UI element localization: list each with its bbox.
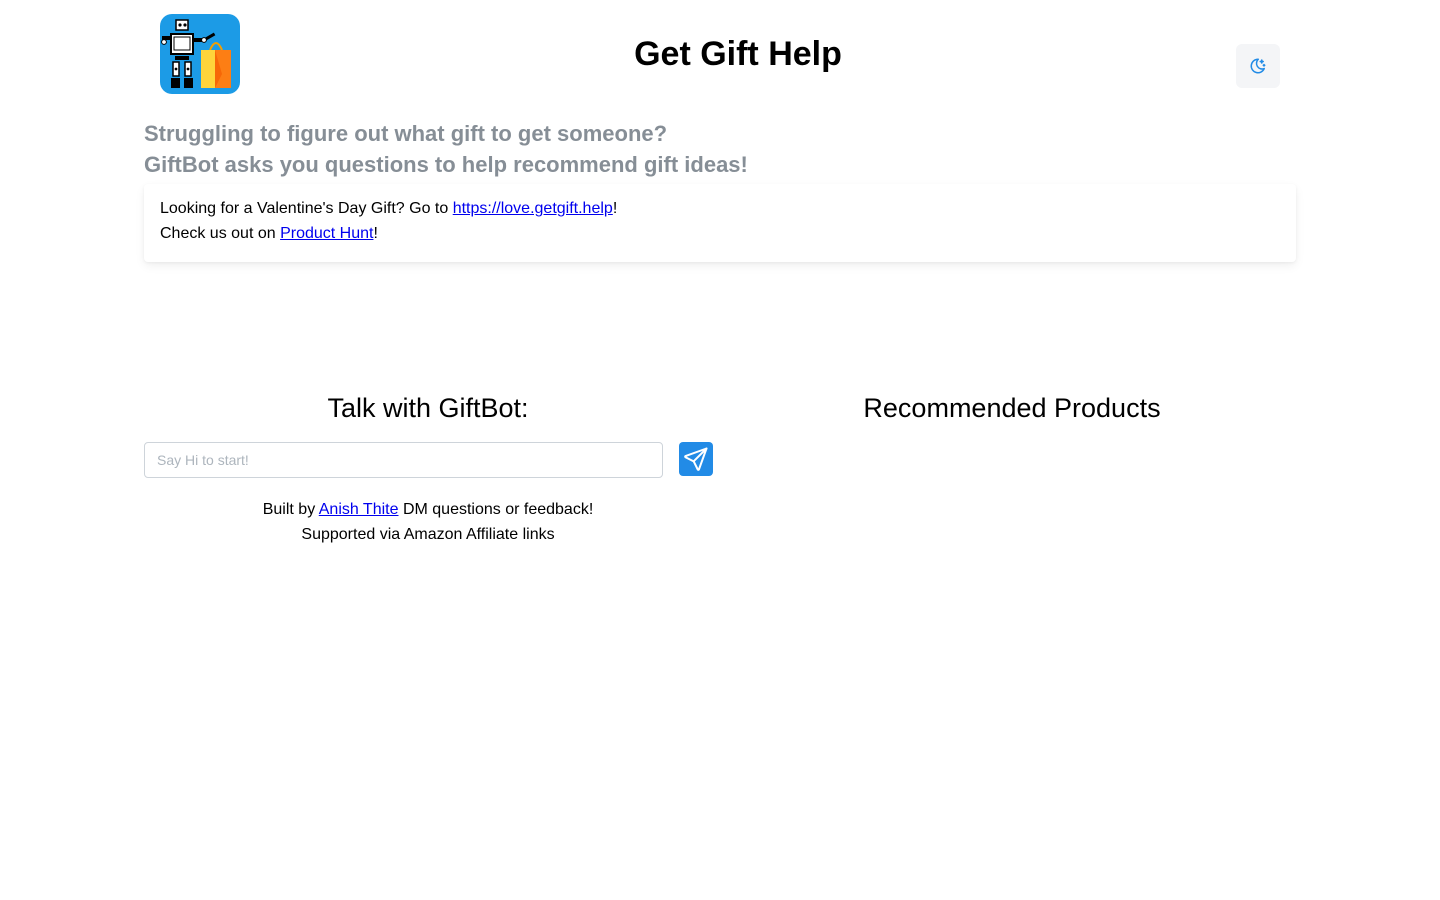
chat-heading: Talk with GiftBot: [327, 393, 529, 423]
tagline-line-2: GiftBot asks you questions to help recom… [144, 152, 748, 177]
product-hunt-link[interactable]: Product Hunt [280, 225, 373, 242]
built-by-prefix: Built by [262, 501, 319, 518]
send-message-button[interactable] [679, 442, 713, 476]
announcement-card: Looking for a Valentine's Day Gift? Go t… [144, 184, 1296, 262]
robot-shopping-bag-icon [160, 14, 240, 94]
moon-icon [1250, 58, 1266, 74]
recommended-products-heading: Recommended Products [863, 393, 1161, 423]
tagline: Struggling to figure out what gift to ge… [144, 118, 748, 180]
valentines-notice: Looking for a Valentine's Day Gift? Go t… [160, 196, 1280, 221]
site-header: Get Gift Help [0, 0, 1440, 110]
valentines-link[interactable]: https://love.getgift.help [453, 200, 613, 217]
theme-toggle-button[interactable] [1236, 44, 1280, 88]
paper-plane-icon [684, 447, 708, 471]
product-hunt-notice: Check us out on Product Hunt! [160, 221, 1280, 246]
built-by-line: Built by Anish Thite DM questions or fee… [144, 497, 712, 522]
author-link[interactable]: Anish Thite [319, 501, 399, 518]
tagline-line-1: Struggling to figure out what gift to ge… [144, 121, 668, 146]
product-hunt-notice-suffix: ! [373, 225, 378, 242]
product-hunt-notice-text: Check us out on [160, 225, 281, 242]
credits: Built by Anish Thite DM questions or fee… [144, 497, 712, 547]
built-by-suffix: DM questions or feedback! [398, 501, 594, 518]
giftbot-logo [160, 14, 240, 94]
valentines-notice-text: Looking for a Valentine's Day Gift? Go t… [160, 200, 453, 217]
affiliate-disclosure: Supported via Amazon Affiliate links [301, 526, 555, 543]
chat-message-input[interactable] [144, 442, 663, 478]
valentines-notice-suffix: ! [612, 200, 618, 217]
page: Get Gift Help Struggling to figure out w… [0, 0, 1440, 900]
